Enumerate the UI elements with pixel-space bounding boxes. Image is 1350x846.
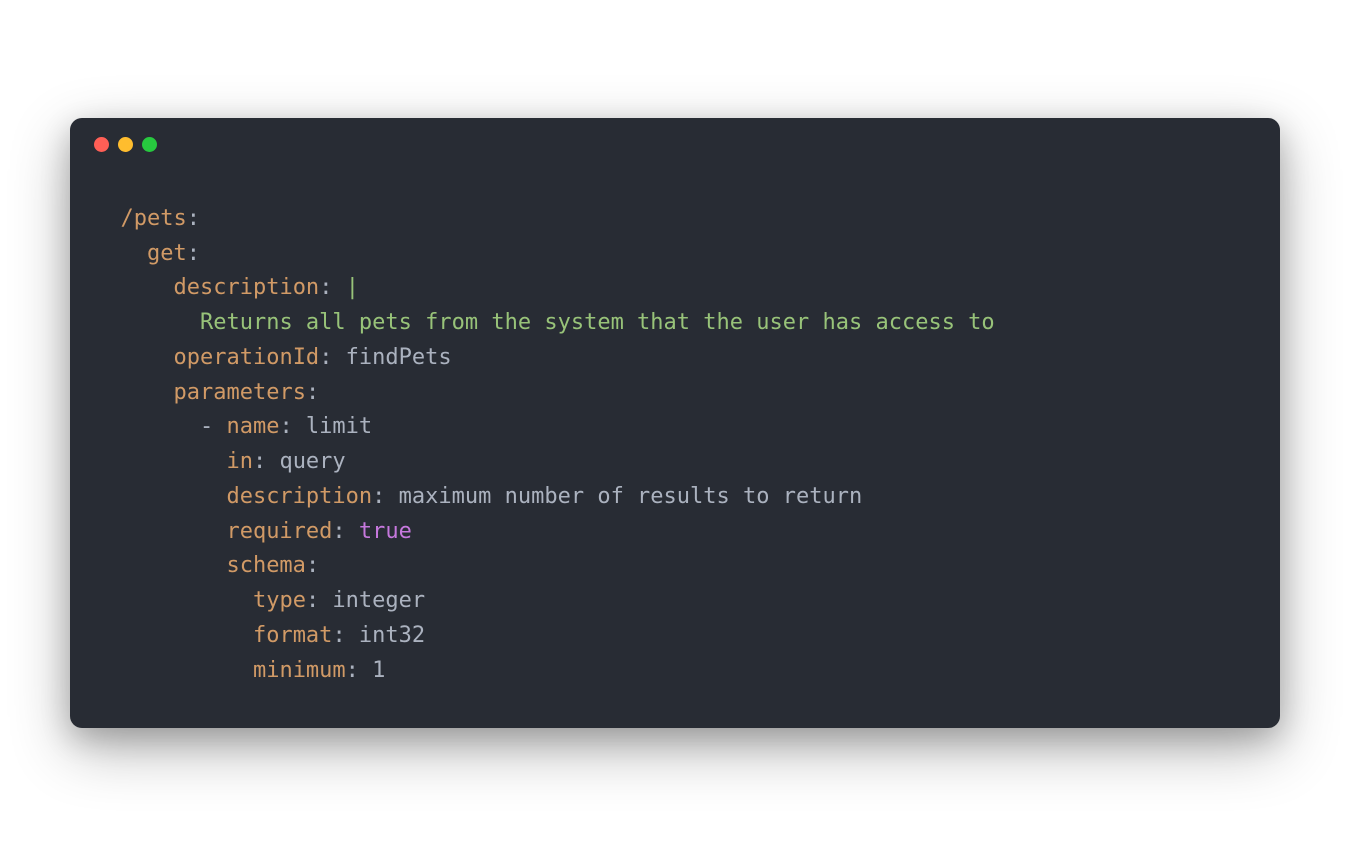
code-token-key: minimum [253,658,346,683]
code-token-const: true [359,519,412,544]
code-token-plain [94,588,253,613]
code-token-key: type [253,588,306,613]
code-token-plain [94,345,173,370]
code-token-plain: : [187,206,200,231]
code-token-plain [94,241,147,266]
code-token-key: required [226,519,332,544]
minimize-icon[interactable] [118,137,133,152]
code-token-plain [94,658,253,683]
code-token-plain [94,623,253,648]
code-token-key: schema [226,553,305,578]
code-token-key: /pets [121,206,187,231]
code-token-plain: : [306,380,319,405]
code-token-plain [94,206,121,231]
code-token-key: description [226,484,372,509]
maximize-icon[interactable] [142,137,157,152]
window-titlebar [70,118,1280,152]
code-token-plain [94,519,226,544]
code-token-key: parameters [173,380,305,405]
code-token-plain: : limit [279,414,372,439]
code-token-num: 1 [372,658,385,683]
code-token-plain: : [306,553,319,578]
code-token-key: get [147,241,187,266]
code-token-key: name [226,414,279,439]
code-token-plain: : [332,519,359,544]
code-token-plain: : query [253,449,346,474]
code-window: /pets: get: description: | Returns all p… [70,118,1280,729]
code-token-plain [94,380,173,405]
code-token-plain: : int32 [332,623,425,648]
close-icon[interactable] [94,137,109,152]
code-token-plain: : maximum number of results to return [372,484,862,509]
code-token-plain: : [319,275,346,300]
code-token-key: format [253,623,332,648]
code-token-plain [94,553,226,578]
code-token-string: | [346,275,359,300]
code-token-plain [94,310,200,335]
code-token-string: Returns all pets from the system that th… [200,310,995,335]
code-token-plain: : [187,241,200,266]
code-block: /pets: get: description: | Returns all p… [70,152,1280,729]
code-token-key: in [226,449,253,474]
code-token-plain: : findPets [319,345,451,370]
code-token-plain [94,449,226,474]
code-token-key: operationId [173,345,319,370]
code-token-plain: - [94,414,226,439]
code-token-key: description [173,275,319,300]
code-token-plain: : integer [306,588,425,613]
code-token-plain [94,484,226,509]
code-token-plain [94,275,173,300]
code-token-plain: : [346,658,373,683]
